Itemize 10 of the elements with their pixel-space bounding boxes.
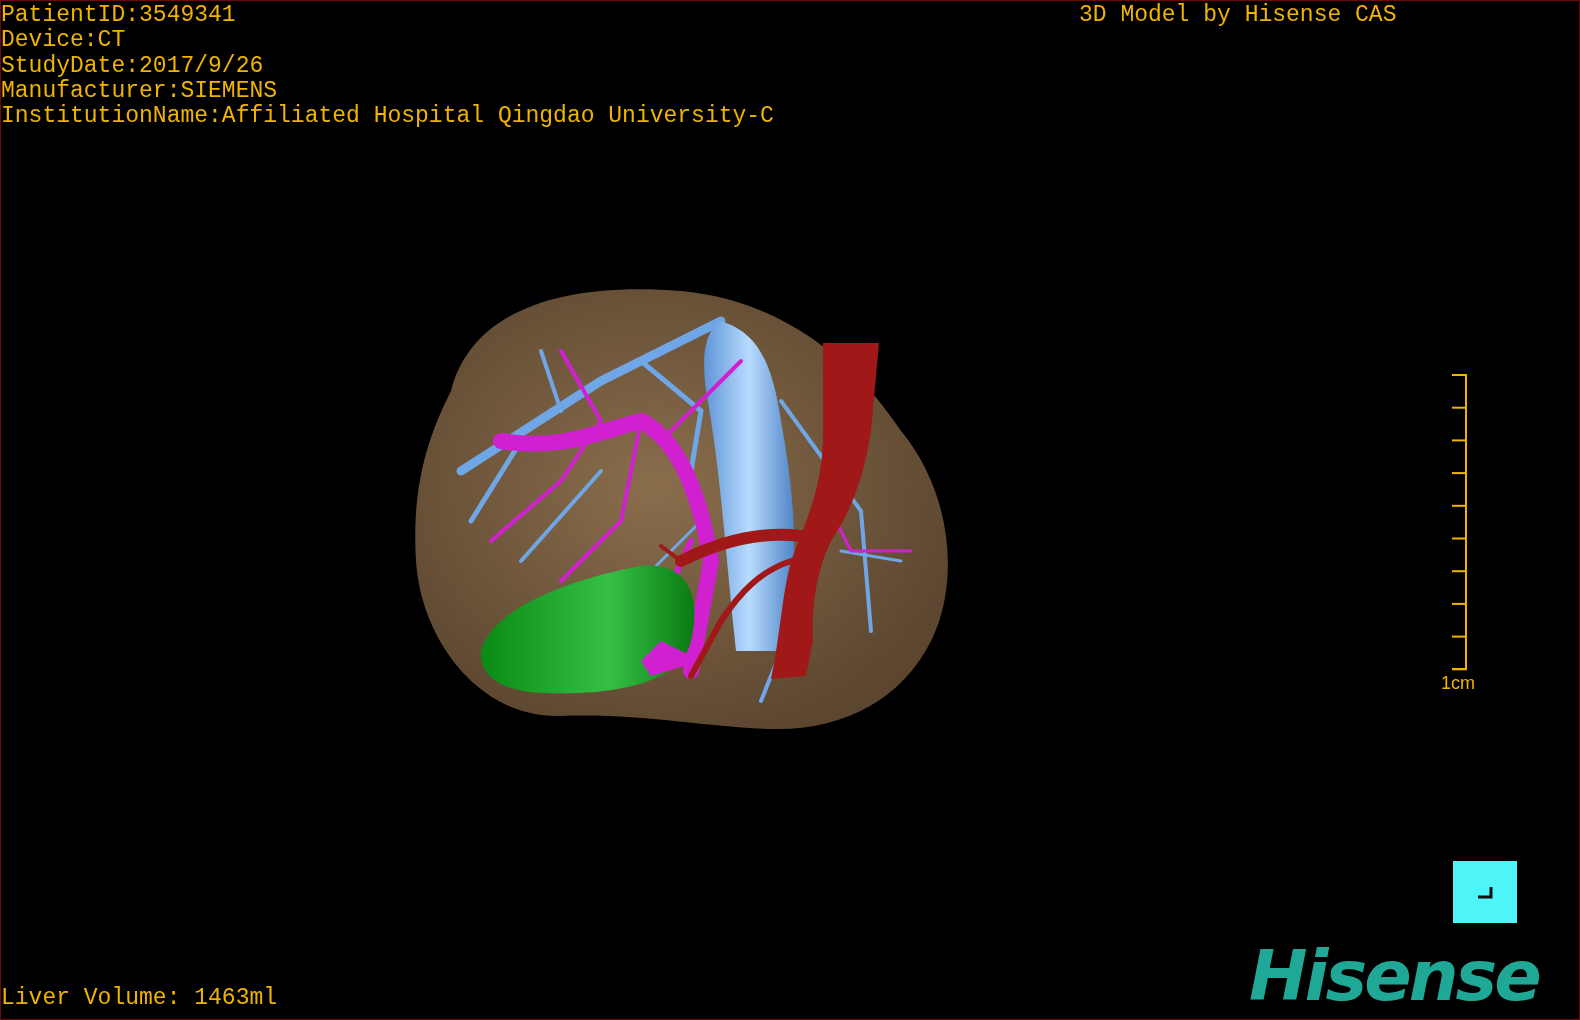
model-title: 3D Model by Hisense CAS — [1079, 3, 1397, 28]
study-info-text: Manufacturer:SIEMENS — [1, 78, 279, 104]
study-info-text: InstitutionName:Affiliated Hospital Qingdao University-C — [1, 104, 774, 130]
liver-volume-text: Liver Volume: 1463ml — [1, 985, 278, 1011]
study-info-text: PatientID:3549341 — [1, 3, 237, 28]
study-info-text: Device:CT — [1, 28, 127, 54]
study-info-text: StudyDate:2017/9/26 — [1, 53, 265, 79]
brand-logo: Hisense — [1249, 941, 1539, 1011]
reset-view-button[interactable] — [1453, 861, 1517, 923]
scale-label: 1cm — [1441, 673, 1475, 693]
